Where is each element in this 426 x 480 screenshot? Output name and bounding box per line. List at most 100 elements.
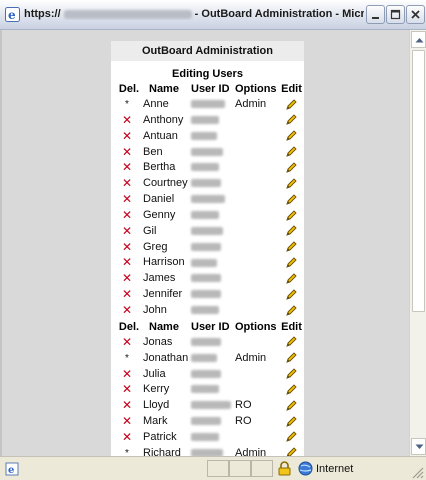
delete-icon[interactable]: ✕ [122, 382, 132, 396]
minimize-icon [372, 17, 379, 19]
col-name-header: Name [149, 83, 179, 95]
user-name: Greg [143, 240, 168, 253]
col-userid-header: User ID [191, 320, 230, 333]
pencil-icon [286, 400, 297, 411]
user-row: ✕ Jonas [111, 335, 304, 351]
col-userid-header: User ID [191, 83, 230, 95]
delete-icon[interactable]: ✕ [122, 414, 132, 428]
edit-button[interactable] [279, 208, 304, 224]
user-options [235, 208, 279, 224]
user-id-cell [187, 208, 235, 224]
scroll-down-button[interactable] [411, 438, 426, 455]
scroll-thumb[interactable] [412, 50, 425, 312]
vertical-scrollbar[interactable] [409, 30, 426, 456]
delete-icon[interactable]: ✕ [122, 240, 132, 254]
delete-icon[interactable]: ✕ [122, 145, 132, 159]
delete-icon[interactable]: ✕ [122, 287, 132, 301]
user-id-cell [187, 367, 235, 383]
delete-icon[interactable]: ✕ [122, 335, 132, 349]
user-options [235, 240, 279, 256]
user-name: John [143, 303, 167, 316]
edit-button[interactable] [279, 335, 304, 351]
edit-button[interactable] [279, 287, 304, 303]
edit-button[interactable] [279, 113, 304, 129]
user-row: ✕ Jennifer [111, 287, 304, 303]
delete-icon[interactable]: ✕ [122, 271, 132, 285]
delete-icon[interactable]: ✕ [122, 430, 132, 444]
delete-icon[interactable]: ✕ [122, 160, 132, 174]
user-id-cell [187, 382, 235, 398]
delete-icon[interactable]: ✕ [122, 208, 132, 222]
close-button[interactable] [406, 5, 425, 24]
status-bar: e Internet [0, 456, 426, 480]
user-options [235, 303, 279, 319]
delete-icon[interactable]: ✕ [122, 192, 132, 206]
maximize-button[interactable] [386, 5, 405, 24]
redacted-user-id [191, 258, 217, 267]
pencil-icon [286, 368, 297, 379]
edit-button[interactable] [279, 176, 304, 192]
edit-button[interactable] [279, 351, 304, 367]
status-cell-2 [229, 460, 251, 477]
edit-button[interactable] [279, 398, 304, 414]
delete-icon[interactable]: ✕ [122, 113, 132, 127]
redacted-user-id [191, 432, 219, 441]
delete-icon[interactable]: ✕ [122, 398, 132, 412]
user-id-cell [187, 113, 235, 129]
edit-button[interactable] [279, 367, 304, 383]
delete-cell: ✕ [111, 113, 143, 129]
delete-icon[interactable]: ✕ [122, 129, 132, 143]
edit-button[interactable] [279, 97, 304, 113]
delete-icon[interactable]: ✕ [122, 255, 132, 269]
pencil-icon [286, 194, 297, 205]
col-del-header: Del. [118, 83, 140, 95]
user-name: Gil [143, 224, 157, 237]
pencil-icon [286, 178, 297, 189]
minimize-button[interactable] [366, 5, 385, 24]
delete-icon[interactable]: ✕ [122, 367, 132, 381]
user-id-cell [187, 335, 235, 351]
edit-button[interactable] [279, 255, 304, 271]
redacted-user-id [191, 226, 223, 235]
edit-button[interactable] [279, 271, 304, 287]
edit-button[interactable] [279, 446, 304, 456]
user-row: * Jonathan Admin [111, 351, 304, 367]
delete-icon[interactable]: ✕ [122, 303, 132, 317]
delete-icon[interactable]: ✕ [122, 176, 132, 190]
user-name: Daniel [143, 193, 175, 206]
user-options [235, 176, 279, 192]
user-id-cell [187, 224, 235, 240]
user-id-cell [187, 414, 235, 430]
resize-grip-icon[interactable] [411, 466, 424, 479]
panel-header: OutBoard Administration [111, 41, 304, 61]
user-options [235, 335, 279, 351]
col-edit-header: Edit [281, 320, 302, 333]
edit-button[interactable] [279, 160, 304, 176]
edit-button[interactable] [279, 224, 304, 240]
delete-cell: ✕ [111, 430, 143, 446]
edit-button[interactable] [279, 240, 304, 256]
edit-button[interactable] [279, 430, 304, 446]
delete-icon[interactable]: ✕ [122, 224, 132, 238]
edit-button[interactable] [279, 414, 304, 430]
user-name: Genny [143, 208, 176, 221]
edit-button[interactable] [279, 129, 304, 145]
delete-cell: ✕ [111, 414, 143, 430]
user-id-cell [187, 430, 235, 446]
redacted-user-id [191, 401, 231, 410]
arrow-down-icon [415, 444, 424, 449]
lock-icon [278, 461, 291, 476]
scroll-up-button[interactable] [411, 31, 426, 48]
edit-button[interactable] [279, 192, 304, 208]
user-row: ✕ Lloyd RO [111, 398, 304, 414]
pencil-icon [286, 98, 297, 110]
edit-button[interactable] [279, 303, 304, 319]
edit-button[interactable] [279, 382, 304, 398]
edit-button[interactable] [279, 145, 304, 161]
delete-cell: ✕ [111, 303, 143, 319]
delete-cell: ✕ [111, 145, 143, 161]
user-options [235, 113, 279, 129]
redacted-user-id [191, 131, 217, 140]
user-id-cell [187, 97, 235, 113]
user-options [235, 382, 279, 398]
